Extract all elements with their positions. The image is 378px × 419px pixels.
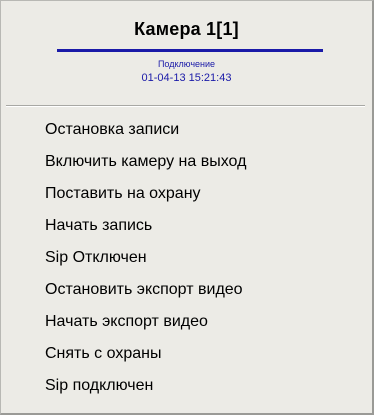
connection-status: Подключение <box>157 59 216 69</box>
camera-title: Камера 1[1] <box>134 19 239 39</box>
menu-header: Камера 1[1] Подключение 01-04-13 15:21:4… <box>1 1 372 109</box>
menu-item-start-recording[interactable]: Начать запись <box>45 209 364 242</box>
menu-item-disarm[interactable]: Снять с охраны <box>45 337 364 370</box>
menu-separator <box>6 105 365 107</box>
menu-item-sip-connected[interactable]: Sip подключен <box>45 369 364 402</box>
menu-item-sip-disconnected[interactable]: Sip Отключен <box>45 241 364 274</box>
menu-item-stop-recording[interactable]: Остановка записи <box>45 113 364 146</box>
menu-item-stop-video-export[interactable]: Остановить экспорт видео <box>45 273 364 306</box>
title-underline <box>57 49 323 52</box>
camera-context-menu: Камера 1[1] Подключение 01-04-13 15:21:4… <box>0 0 374 415</box>
status-timestamp: 01-04-13 15:21:43 <box>141 72 232 84</box>
menu-item-enable-camera-output[interactable]: Включить камеру на выход <box>45 145 364 178</box>
menu-item-arm[interactable]: Поставить на охрану <box>45 177 364 210</box>
menu-item-start-video-export[interactable]: Начать экспорт видео <box>45 305 364 338</box>
